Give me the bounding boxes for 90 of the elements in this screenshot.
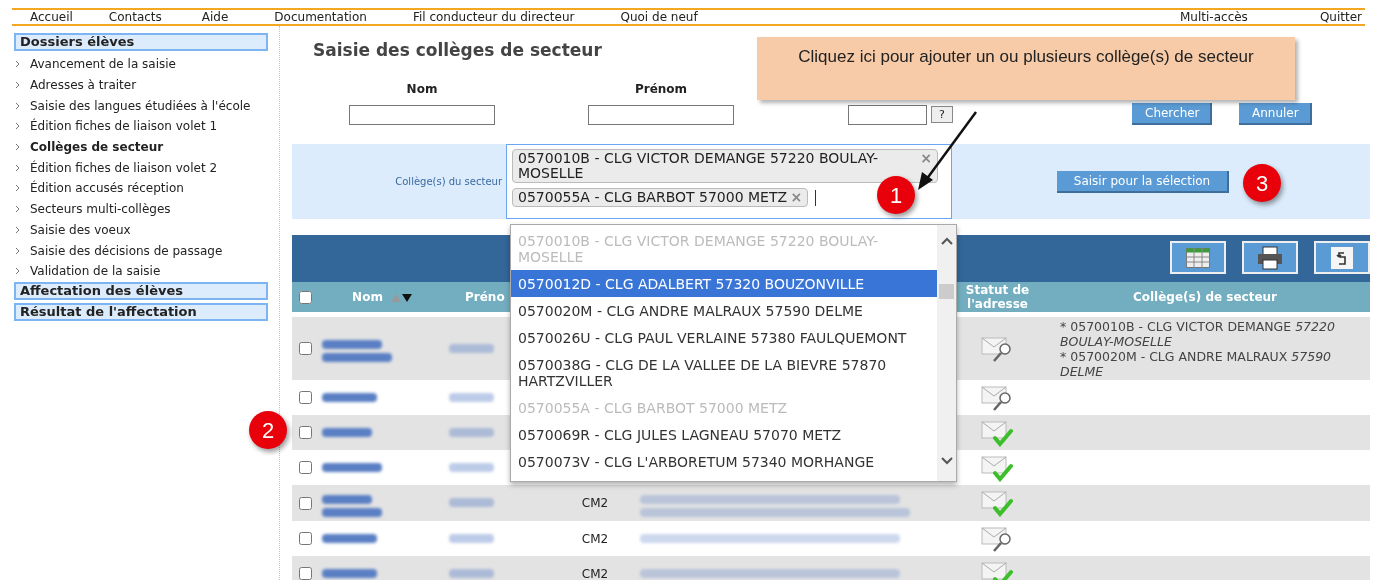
blurred-text — [322, 494, 382, 517]
blurred-text — [449, 498, 494, 508]
row-checkbox[interactable] — [299, 391, 312, 404]
toolbar-button[interactable] — [1314, 241, 1370, 274]
sidebar-link[interactable]: Validation de la saisie — [30, 262, 161, 281]
blurred-text — [449, 392, 494, 402]
sidebar-link[interactable]: Secteurs multi-collèges — [30, 200, 171, 219]
column-header: Collège(s) de secteur — [1131, 289, 1279, 306]
field-label: Collège(s) du secteur — [394, 175, 503, 189]
blurred-text — [322, 392, 377, 402]
blurred-text — [449, 343, 494, 353]
chevron-down-icon[interactable] — [940, 457, 953, 465]
sidebar-link[interactable]: Édition fiches de liaison volet 2 — [30, 158, 218, 177]
college-entry: * 0570010B - CLG VICTOR DEMANGE 57220 BOULAY-MOSELLE — [1060, 318, 1336, 349]
selected-tag: 0570010B - CLG VICTOR DEMANGE 57220 BOULAY-MOSELLE × — [512, 149, 938, 183]
text-input[interactable] — [848, 105, 927, 125]
blurred-text — [322, 340, 392, 362]
toolbar-button[interactable] — [1170, 241, 1226, 274]
menu-link[interactable]: Multi-accès — [1180, 8, 1248, 26]
row-checkbox[interactable] — [299, 496, 312, 510]
row-checkbox[interactable] — [299, 567, 312, 580]
select-all-checkbox[interactable] — [299, 290, 312, 304]
chevron-right-icon — [15, 184, 20, 193]
field-label: Prénom — [634, 81, 688, 98]
chevron-right-icon — [15, 205, 20, 214]
sidebar-link[interactable]: Avancement de la saisie — [30, 55, 176, 74]
selected-tag: 0570055A - CLG BARBOT 57000 METZ × — [512, 188, 809, 207]
dropdown-option[interactable]: 0570026U - CLG PAUL VERLAINE 57380 FAULQUEMONT — [511, 324, 937, 351]
sidebar-link[interactable]: Collèges de secteur — [30, 138, 164, 157]
row-checkbox[interactable] — [299, 461, 312, 474]
menu-link[interactable]: Contacts — [108, 8, 162, 26]
menu-link[interactable]: Quoi de neuf — [620, 8, 698, 26]
college-entry: * 0570020M - CLG ANDRE MALRAUX 57590 DELME — [1060, 348, 1333, 379]
menu-link[interactable]: Quitter — [1319, 8, 1362, 26]
text-input[interactable] — [349, 105, 495, 125]
column-header: Préno — [465, 289, 505, 306]
sidebar-link[interactable]: Édition fiches de liaison volet 1 — [30, 117, 218, 136]
menu-link[interactable]: Accueil — [30, 8, 73, 26]
help-button[interactable]: ? — [931, 106, 953, 123]
sidebar-link[interactable]: Saisie des langues étudiées à l'école — [30, 96, 251, 115]
chevron-right-icon — [15, 60, 20, 69]
field-label: Nom — [406, 81, 438, 98]
chevron-right-icon — [15, 246, 20, 255]
chevron-right-icon — [15, 163, 20, 172]
chevron-right-icon — [15, 267, 20, 276]
blurred-text — [322, 533, 377, 543]
blurred-text — [322, 462, 382, 472]
text-input[interactable] — [588, 105, 734, 125]
table-cell: CM2 — [581, 566, 609, 580]
number-badge: 2 — [249, 411, 287, 449]
sidebar-link[interactable]: Saisie des décisions de passage — [30, 241, 223, 260]
sidebar-link[interactable]: Adresses à traiter — [30, 76, 137, 95]
chevron-right-icon — [15, 225, 20, 234]
column-header: Statut de l'adresse — [964, 283, 1031, 311]
sidebar-link[interactable]: Saisie des voeux — [30, 220, 131, 239]
sidebar-link[interactable]: Édition accusés réception — [30, 179, 184, 198]
table-cell: CM2 — [581, 496, 609, 511]
row-checkbox[interactable] — [299, 342, 312, 355]
blurred-text — [322, 568, 377, 578]
blurred-text — [449, 533, 494, 543]
sidebar-section-header[interactable]: Dossiers élèves — [14, 33, 268, 51]
callout: Cliquez ici pour ajouter un ou plusieurs collège(s) de secteur — [757, 37, 1295, 100]
dropdown-option[interactable]: 0570073V - CLG L'ARBORETUM 57340 MORHANGE — [511, 448, 937, 475]
chevron-right-icon — [15, 101, 20, 110]
dropdown-option[interactable]: 0570038G - CLG DE LA VALLEE DE LA BIEVRE 57870 HARTZVILLER — [511, 351, 937, 394]
toolbar-button[interactable] — [1242, 241, 1298, 274]
text-cursor — [815, 189, 817, 206]
chevron-up-icon[interactable] — [940, 237, 953, 245]
menu-link[interactable]: Fil conducteur du directeur — [412, 8, 575, 26]
chevron-right-icon — [15, 122, 20, 131]
printer-icon — [1257, 245, 1283, 270]
blurred-text — [449, 427, 494, 437]
sort-icon[interactable] — [390, 292, 413, 302]
page-title: Saisie des collèges de secteur — [313, 39, 602, 62]
blurred-text — [322, 427, 372, 437]
scrollbar-thumb[interactable] — [939, 283, 954, 299]
row-checkbox[interactable] — [299, 426, 312, 439]
blurred-text — [449, 568, 494, 578]
table-cell: CM2 — [581, 531, 609, 546]
menu-link[interactable]: Aide — [201, 8, 229, 26]
menu-link[interactable]: Documentation — [274, 8, 367, 26]
dropdown-option[interactable]: 0570020M - CLG ANDRE MALRAUX 57590 DELME — [511, 297, 937, 324]
chevron-right-icon — [15, 81, 20, 90]
spreadsheet-icon — [1186, 247, 1210, 268]
row-checkbox[interactable] — [299, 532, 312, 545]
blurred-text — [449, 462, 494, 472]
chevron-right-icon — [15, 143, 20, 152]
dropdown-option[interactable]: 0570012D - CLG ADALBERT 57320 BOUZONVILLE — [511, 270, 937, 297]
sidebar-section-header[interactable]: Affectation des élèves — [14, 281, 268, 300]
sidebar-section-header[interactable]: Résultat de l'affectation — [14, 302, 268, 321]
